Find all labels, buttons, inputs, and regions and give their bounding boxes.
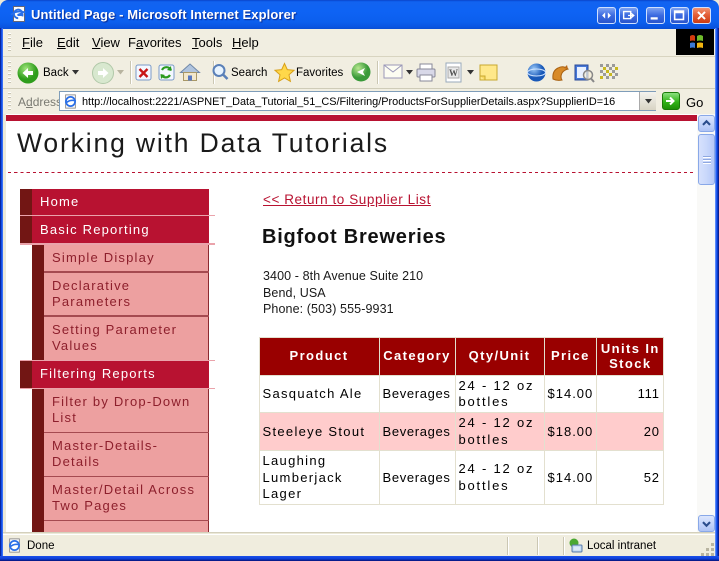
svg-text:W: W: [449, 68, 458, 78]
